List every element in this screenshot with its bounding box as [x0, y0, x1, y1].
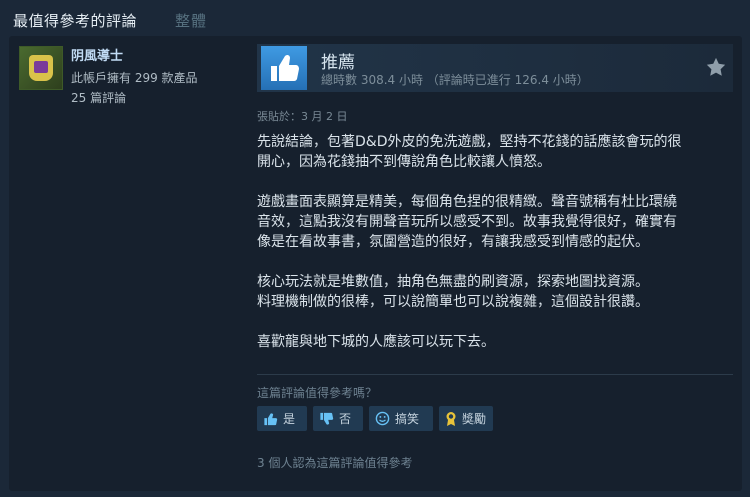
verdict-bar: 推薦 總時數 308.4 小時 （評論時已進行 126.4 小時） [257, 44, 733, 92]
posted-date: 張貼於：3 月 2 日 [257, 110, 348, 123]
vote-no-label: 否 [339, 412, 352, 426]
thumbs-down-icon [320, 412, 334, 425]
review-line: 遊戲畫面表顯算是精美，每個角色捏的很精緻。聲音號稱有杜比環繞 [257, 194, 677, 210]
review-line: 音效，這點我沒有開聲音玩所以感受不到。故事我覺得很好，確實有 [257, 214, 677, 230]
review-line: 開心，因為花錢抽不到傳說角色比較讓人憤怒。 [257, 154, 551, 170]
helpful-count: 3 個人認為這篇評論值得參考 [257, 456, 413, 470]
review-panel: 阴風導士 此帳戶擁有 299 款產品 25 篇評論 推薦 總時數 308.4 小… [9, 36, 742, 491]
award-label: 獎勵 [462, 412, 487, 426]
owned-games-count[interactable]: 此帳戶擁有 299 款產品 [71, 69, 198, 86]
reviewer-info: 阴風導士 此帳戶擁有 299 款產品 25 篇評論 [9, 36, 249, 491]
vote-funny-button[interactable]: 搞笑 [369, 406, 433, 431]
vote-no-button[interactable]: 否 [313, 406, 363, 431]
divider [257, 374, 733, 375]
review-line: 先說結論，包著D&D外皮的免洗遊戲，堅持不花錢的話應該會玩的很 [257, 134, 682, 150]
star-icon[interactable] [705, 56, 727, 78]
vote-yes-label: 是 [283, 412, 296, 426]
verdict-label[interactable]: 推薦 [321, 48, 355, 73]
review-paragraph: 遊戲畫面表顯算是精美，每個角色捏的很精緻。聲音號稱有杜比環繞 音效，這點我沒有開… [257, 192, 727, 252]
review-line: 料理機制做的很棒，可以說簡單也可以說複雜，這個設計很讚。 [257, 294, 649, 310]
review-line: 像是在看故事書，氛圍營造的很好，有讓我感受到情感的起伏。 [257, 234, 649, 250]
review-line: 喜歡龍與地下城的人應該可以玩下去。 [257, 334, 495, 350]
tab-most-helpful[interactable]: 最值得參考的評論 [13, 10, 137, 31]
reviewer-name[interactable]: 阴風導士 [71, 45, 123, 64]
review-text: 先說結論，包著D&D外皮的免洗遊戲，堅持不花錢的話應該會玩的很 開心，因為花錢抽… [257, 132, 727, 372]
review-filter-tabs: 最值得參考的評論 整體 [0, 0, 750, 36]
vote-funny-label: 搞笑 [395, 412, 420, 426]
award-icon [446, 411, 456, 426]
review-paragraph: 先說結論，包著D&D外皮的免洗遊戲，堅持不花錢的話應該會玩的很 開心，因為花錢抽… [257, 132, 727, 172]
award-button[interactable]: 獎勵 [439, 406, 493, 431]
playtime: 總時數 308.4 小時 （評論時已進行 126.4 小時） [321, 73, 589, 87]
smile-icon [375, 411, 390, 426]
avatar[interactable] [19, 46, 63, 90]
helpful-question: 這篇評論值得參考嗎？ [257, 386, 378, 400]
thumbs-up-icon [261, 46, 307, 90]
review-paragraph: 喜歡龍與地下城的人應該可以玩下去。 [257, 332, 727, 352]
review-count[interactable]: 25 篇評論 [71, 89, 126, 106]
tab-overall[interactable]: 整體 [175, 10, 207, 31]
vote-yes-button[interactable]: 是 [257, 406, 307, 431]
review-paragraph: 核心玩法就是堆數值，抽角色無盡的刷資源，探索地圖找資源。 料理機制做的很棒，可以… [257, 272, 727, 312]
review-line: 核心玩法就是堆數值，抽角色無盡的刷資源，探索地圖找資源。 [257, 274, 649, 290]
thumbs-up-icon [264, 412, 278, 425]
